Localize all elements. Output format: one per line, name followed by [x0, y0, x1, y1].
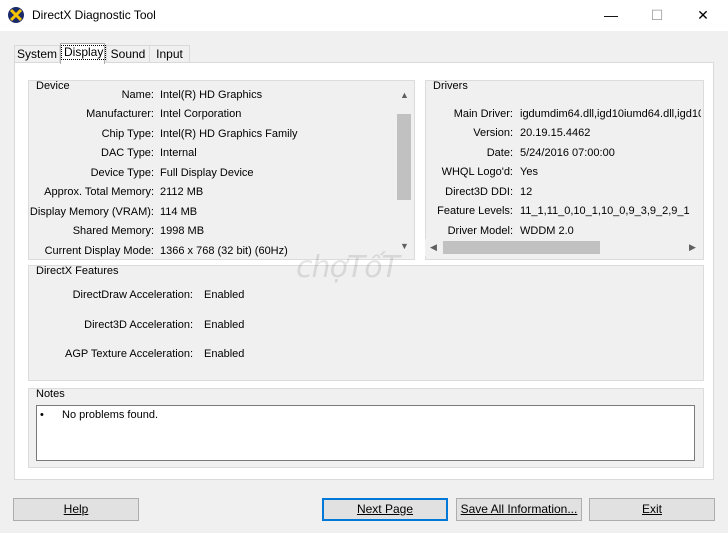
directdraw-label: DirectDraw Acceleration: [72, 289, 193, 301]
tab-display[interactable]: Display [60, 43, 107, 64]
minimize-button[interactable]: — [588, 0, 634, 31]
drivers-scrollbar[interactable]: ◀ ▶ [425, 239, 701, 256]
date-label: Date: [486, 147, 513, 159]
direct3d-label: Direct3D Acceleration: [84, 319, 193, 331]
shared-memory-value: 1998 MB [160, 225, 205, 237]
driver-model-label: Driver Model: [447, 225, 513, 237]
notes-textbox[interactable]: • No problems found. [36, 405, 695, 461]
device-type-value: Full Display Device [160, 167, 254, 179]
agp-value: Enabled [204, 348, 245, 360]
notes-group-title: Notes [36, 388, 65, 400]
drivers-scrollbar-thumb[interactable] [443, 241, 600, 254]
display-mode-value: 1366 x 768 (32 bit) (60Hz) [160, 245, 288, 257]
date-value: 5/24/2016 07:00:00 [520, 147, 615, 159]
direct3d-ddi-label: Direct3D DDI: [445, 186, 513, 198]
exit-button[interactable]: Exit [589, 498, 715, 521]
device-group-title: Device [36, 80, 70, 92]
directdraw-value: Enabled [204, 289, 245, 301]
tab-input[interactable]: Input [149, 45, 190, 63]
help-button[interactable]: Help [13, 498, 139, 521]
vram-label: Display Memory (VRAM): [29, 206, 154, 218]
display-mode-label: Current Display Mode: [44, 245, 154, 257]
title-bar: DirectX Diagnostic Tool — ☐ ✕ [0, 0, 728, 31]
agp-label: AGP Texture Acceleration: [65, 348, 193, 360]
version-label: Version: [473, 127, 513, 139]
next-page-button[interactable]: Next Page [322, 498, 448, 521]
maximize-button[interactable]: ☐ [634, 0, 680, 31]
arrow-up-icon[interactable]: ▲ [396, 87, 413, 104]
window-title: DirectX Diagnostic Tool [32, 8, 156, 22]
chip-type-label: Chip Type: [101, 128, 154, 140]
total-memory-value: 2112 MB [160, 186, 204, 198]
version-value: 20.19.15.4462 [520, 127, 591, 139]
direct3d-value: Enabled [204, 319, 245, 331]
chotot-watermark: chợTốT [296, 250, 400, 285]
arrow-left-icon[interactable]: ◀ [425, 239, 442, 256]
device-scrollbar[interactable]: ▲ ▼ [396, 87, 413, 255]
close-button[interactable]: ✕ [680, 0, 726, 31]
tab-system[interactable]: System [14, 45, 60, 63]
notes-bullet: • [40, 409, 44, 421]
device-name-label: Name: [121, 89, 154, 101]
manufacturer-value: Intel Corporation [160, 108, 242, 120]
dac-type-value: Internal [160, 147, 197, 159]
vram-value: 114 MB [160, 206, 198, 218]
feature-levels-value: 11_1,11_0,10_1,10_0,9_3,9_2,9_1 [520, 205, 690, 217]
total-memory-label: Approx. Total Memory: [44, 186, 154, 198]
feature-levels-label: Feature Levels: [437, 205, 513, 217]
main-driver-value: igdumdim64.dll,igd10iumd64.dll,igd10iu [520, 108, 701, 120]
features-group-title: DirectX Features [36, 265, 119, 277]
tab-sound[interactable]: Sound [106, 45, 150, 63]
whql-label: WHQL Logo'd: [441, 166, 513, 178]
manufacturer-label: Manufacturer: [86, 108, 154, 120]
dac-type-label: DAC Type: [101, 147, 154, 159]
device-type-label: Device Type: [90, 167, 154, 179]
main-driver-label: Main Driver: [453, 108, 513, 120]
device-scrollbar-thumb[interactable] [397, 114, 411, 200]
drivers-group-title: Drivers [433, 80, 468, 92]
save-all-information-button[interactable]: Save All Information... [456, 498, 582, 521]
direct3d-ddi-value: 12 [520, 186, 533, 198]
device-name-value: Intel(R) HD Graphics [160, 89, 263, 101]
whql-value: Yes [520, 166, 538, 178]
shared-memory-label: Shared Memory: [72, 225, 154, 237]
notes-text: No problems found. [62, 409, 158, 421]
chip-type-value: Intel(R) HD Graphics Family [160, 128, 298, 140]
arrow-right-icon[interactable]: ▶ [684, 239, 701, 256]
directx-app-icon [8, 7, 24, 23]
driver-model-value: WDDM 2.0 [520, 225, 574, 237]
